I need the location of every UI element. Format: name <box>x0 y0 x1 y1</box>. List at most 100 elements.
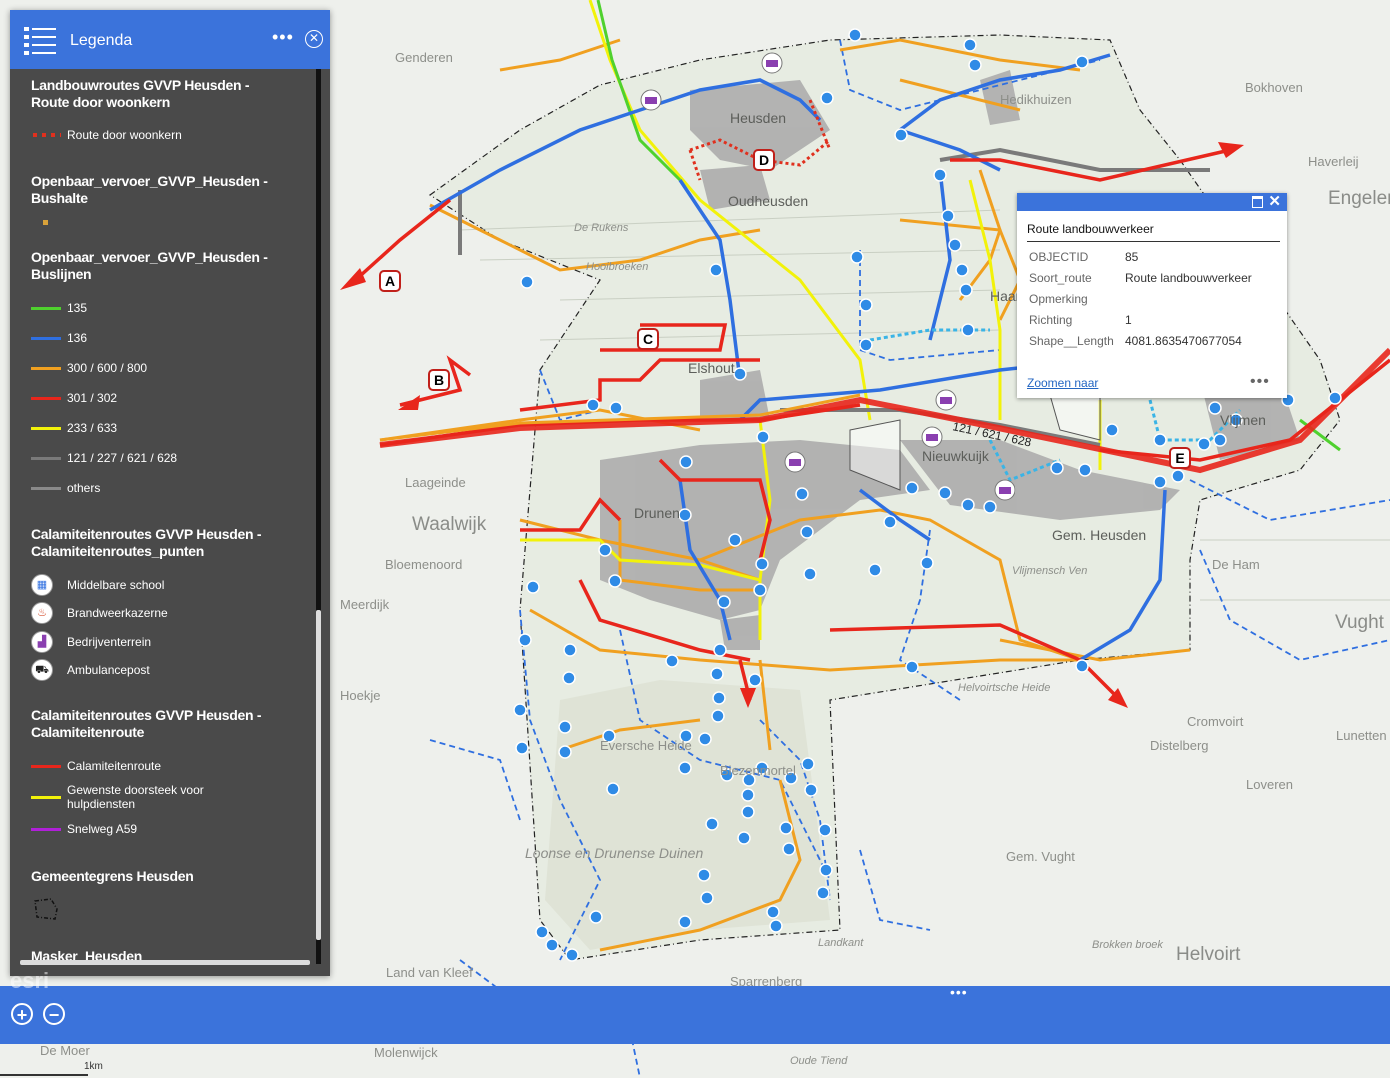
place-label: De Moer <box>40 1043 90 1058</box>
legend-item-label: others <box>67 481 101 495</box>
place-label: Waalwijk <box>412 514 487 535</box>
legend-item-label: Gewenste doorsteek voor hulpdiensten <box>67 783 204 811</box>
legend-item-label: Ambulancepost <box>67 663 150 677</box>
legend-group-title: Openbaar_vervoer_GVVP_Heusden - Buslijne… <box>31 249 268 282</box>
attribute-key: Opmerking <box>1029 292 1088 306</box>
place-label: Helvoirtsche Heide <box>958 682 1051 694</box>
more-options-icon[interactable]: ••• <box>1250 373 1270 391</box>
place-label: De Rukens <box>574 222 629 234</box>
legend-item <box>31 217 271 227</box>
panel-resize-handle[interactable]: ••• <box>950 984 968 1000</box>
legend-item: ♨ Brandweerkazerne <box>31 601 271 625</box>
zoom-in-button[interactable]: + <box>11 1003 33 1025</box>
legend-item-label: 300 / 600 / 800 <box>67 361 148 375</box>
square-swatch <box>31 217 61 227</box>
legend-horizontal-scrollbar[interactable] <box>20 960 310 965</box>
svg-text:C: C <box>643 331 653 347</box>
place-label: Eversche Heide <box>600 738 692 753</box>
legend-item: 300 / 600 / 800 <box>31 361 271 375</box>
place-label: Loonse en Drunense Duinen <box>525 845 704 861</box>
place-label: Laageinde <box>405 475 466 490</box>
place-label: Brokken broek <box>1092 939 1163 951</box>
bottom-toolbar: ••• + − <box>0 984 1390 1044</box>
attribute-value: 85 <box>1125 250 1139 264</box>
legend-group-title: Landbouwroutes GVVP Heusden - Route door… <box>31 77 250 110</box>
place-label: Oude Tiend <box>790 1055 848 1067</box>
popup-attributes: OBJECTID 85 Soort_route Route landbouwverk… <box>1025 248 1256 353</box>
route-letter-c: C <box>637 328 659 350</box>
zoom-to-link[interactable]: Zoomen naar <box>1027 376 1098 390</box>
place-label: Bloemenoord <box>385 557 463 572</box>
legend-header: Legenda ••• ✕ <box>10 10 330 69</box>
attribute-value: 4081.8635470677054 <box>1125 334 1242 348</box>
legend-group-title: Gemeentegrens Heusden <box>31 868 194 884</box>
place-label: Drunen <box>634 505 680 521</box>
place-label: Loveren <box>1246 777 1293 792</box>
legend-item <box>31 897 271 924</box>
place-label: Hedikhuizen <box>1000 92 1072 107</box>
place-label: De Ham <box>1212 557 1260 572</box>
legend-scrollbar[interactable] <box>316 610 321 940</box>
popup-titlebar: ✕ <box>1017 193 1287 211</box>
place-label: Vlijmen <box>1220 412 1266 428</box>
route-letter-b: B <box>428 369 450 391</box>
legend-item: ⛟ Ambulancepost <box>31 658 271 682</box>
legend-item: Snelweg A59 <box>31 822 271 836</box>
place-label: Hoekje <box>340 688 381 703</box>
place-label: Landkant <box>818 937 864 949</box>
dotted-line-swatch <box>31 130 61 140</box>
legend-item-label: Calamiteitenroute <box>67 759 162 773</box>
legend-item-label: Middelbare school <box>67 578 165 592</box>
close-icon[interactable]: ✕ <box>1268 192 1281 210</box>
place-label: Molenwijck <box>374 1045 438 1060</box>
place-label: Gem. Vught <box>1006 849 1075 864</box>
place-label: Elshout <box>688 360 735 376</box>
route-letter-e: E <box>1169 447 1191 469</box>
attribute-value: 1 <box>1125 313 1132 327</box>
attribute-row: Shape__Length 4081.8635470677054 <box>1025 332 1256 353</box>
attribute-row: Richting 1 <box>1025 311 1256 332</box>
maximize-icon[interactable] <box>1252 196 1263 208</box>
legend-item-label: 233 / 633 <box>67 421 118 435</box>
scale-bar: 1km <box>0 1060 103 1078</box>
place-label: Helvoirt <box>1176 944 1241 965</box>
ambulance-icon: ⛟ <box>31 659 53 681</box>
scale-label: 1km <box>84 1061 103 1072</box>
legend-title: Legenda <box>70 32 133 49</box>
place-label: Engelen <box>1328 188 1390 209</box>
legend-item: ▦ Middelbare school <box>31 573 271 597</box>
svg-text:A: A <box>385 273 395 289</box>
place-label: Heusden <box>730 110 787 126</box>
legend-item: 121 / 227 / 621 / 628 <box>31 451 271 465</box>
place-label: Gem. Heusden <box>1052 527 1147 543</box>
legend-item-label: Brandweerkazerne <box>67 606 168 620</box>
legend-item-label: 121 / 227 / 621 / 628 <box>67 451 178 465</box>
legend-item-label: 136 <box>67 331 88 345</box>
legend-item: 136 <box>31 331 271 345</box>
industry-icon: ▟ <box>31 631 53 653</box>
place-label: Oudheusden <box>728 193 809 209</box>
zoom-out-button[interactable]: − <box>43 1003 65 1025</box>
legend-group-title: Openbaar_vervoer_GVVP_Heusden - Bushalte <box>31 173 268 206</box>
legend-panel: Legenda ••• ✕ Landbouwroutes GVVP Heusde… <box>10 10 330 976</box>
place-label: Vlijmensch Ven <box>1012 565 1088 577</box>
more-options-icon[interactable]: ••• <box>272 27 294 48</box>
place-label: Meerdijk <box>340 597 390 612</box>
attribute-row: OBJECTID 85 <box>1025 248 1256 269</box>
svg-text:E: E <box>1175 450 1184 466</box>
legend-item-label: 301 / 302 <box>67 391 118 405</box>
attribute-row: Soort_route Route landbouwverkeer <box>1025 269 1256 290</box>
legend-item: ▟ Bedrijventerrein <box>31 630 271 654</box>
place-label: Land van Kleef <box>386 965 473 980</box>
place-label: Nieuwkuijk <box>922 448 989 464</box>
attribute-value: Route landbouwverkeer <box>1125 271 1252 285</box>
route-letter-a: A <box>379 270 401 292</box>
legend-group-title: Calamiteitenroutes GVVP Heusden - Calami… <box>31 707 262 740</box>
place-label: Bokhoven <box>1245 80 1303 95</box>
legend-group-title: Calamiteitenroutes GVVP Heusden - Calami… <box>31 526 262 559</box>
close-icon[interactable]: ✕ <box>305 30 323 48</box>
legend-item-label: Snelweg A59 <box>67 822 138 836</box>
place-label: Vught <box>1335 612 1384 633</box>
legend-body: Landbouwroutes GVVP Heusden - Route door… <box>10 69 315 964</box>
svg-text:D: D <box>759 152 769 168</box>
